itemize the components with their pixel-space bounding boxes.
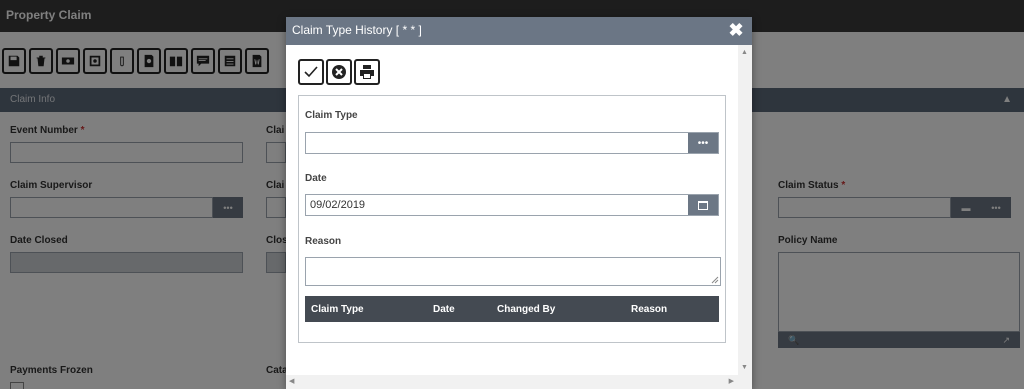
dialog-title-bar: Claim Type History [ * * ] ✖: [286, 17, 752, 45]
column-claim-type[interactable]: Claim Type: [311, 304, 364, 315]
close-icon[interactable]: ✖: [728, 21, 744, 39]
claim-type-value: [306, 133, 688, 153]
print-button[interactable]: [354, 59, 380, 85]
claim-type-lookup-button[interactable]: •••: [688, 133, 718, 153]
scroll-right-icon[interactable]: ▶: [729, 377, 734, 385]
print-icon: [360, 65, 374, 79]
cancel-button[interactable]: [326, 59, 352, 85]
dialog-title: Claim Type History [ * * ]: [292, 23, 422, 37]
date-value: 09/02/2019: [310, 199, 366, 211]
reason-textarea[interactable]: [305, 257, 721, 286]
claim-type-history-dialog: Claim Type History [ * * ] ✖ Claim Type …: [286, 17, 752, 389]
scroll-up-icon[interactable]: ▲: [741, 49, 748, 56]
dialog-body: Claim Type ••• Date 09/02/2019 Reason Cl…: [286, 45, 738, 375]
horizontal-scrollbar[interactable]: ◀ ▶: [286, 375, 752, 389]
column-date[interactable]: Date: [433, 304, 455, 315]
vertical-scrollbar[interactable]: ▲ ▼: [738, 45, 752, 375]
calendar-icon[interactable]: [688, 195, 718, 215]
reason-label: Reason: [305, 236, 342, 247]
save-check-button[interactable]: [298, 59, 324, 85]
resize-grip-icon: [711, 276, 719, 284]
claim-type-input[interactable]: •••: [305, 132, 719, 154]
column-reason[interactable]: Reason: [631, 304, 667, 315]
form-panel: Claim Type ••• Date 09/02/2019 Reason Cl…: [298, 95, 726, 343]
claim-type-label: Claim Type: [305, 110, 358, 121]
check-icon: [304, 66, 318, 78]
dialog-toolbar: [298, 59, 380, 85]
scroll-down-icon[interactable]: ▼: [741, 364, 748, 371]
history-grid-header: Claim Type Date Changed By Reason: [305, 296, 719, 322]
cancel-icon: [332, 65, 346, 79]
column-changed-by[interactable]: Changed By: [497, 304, 555, 315]
date-label: Date: [305, 173, 327, 184]
scroll-left-icon[interactable]: ◀: [289, 377, 294, 385]
date-input[interactable]: 09/02/2019: [305, 194, 719, 216]
